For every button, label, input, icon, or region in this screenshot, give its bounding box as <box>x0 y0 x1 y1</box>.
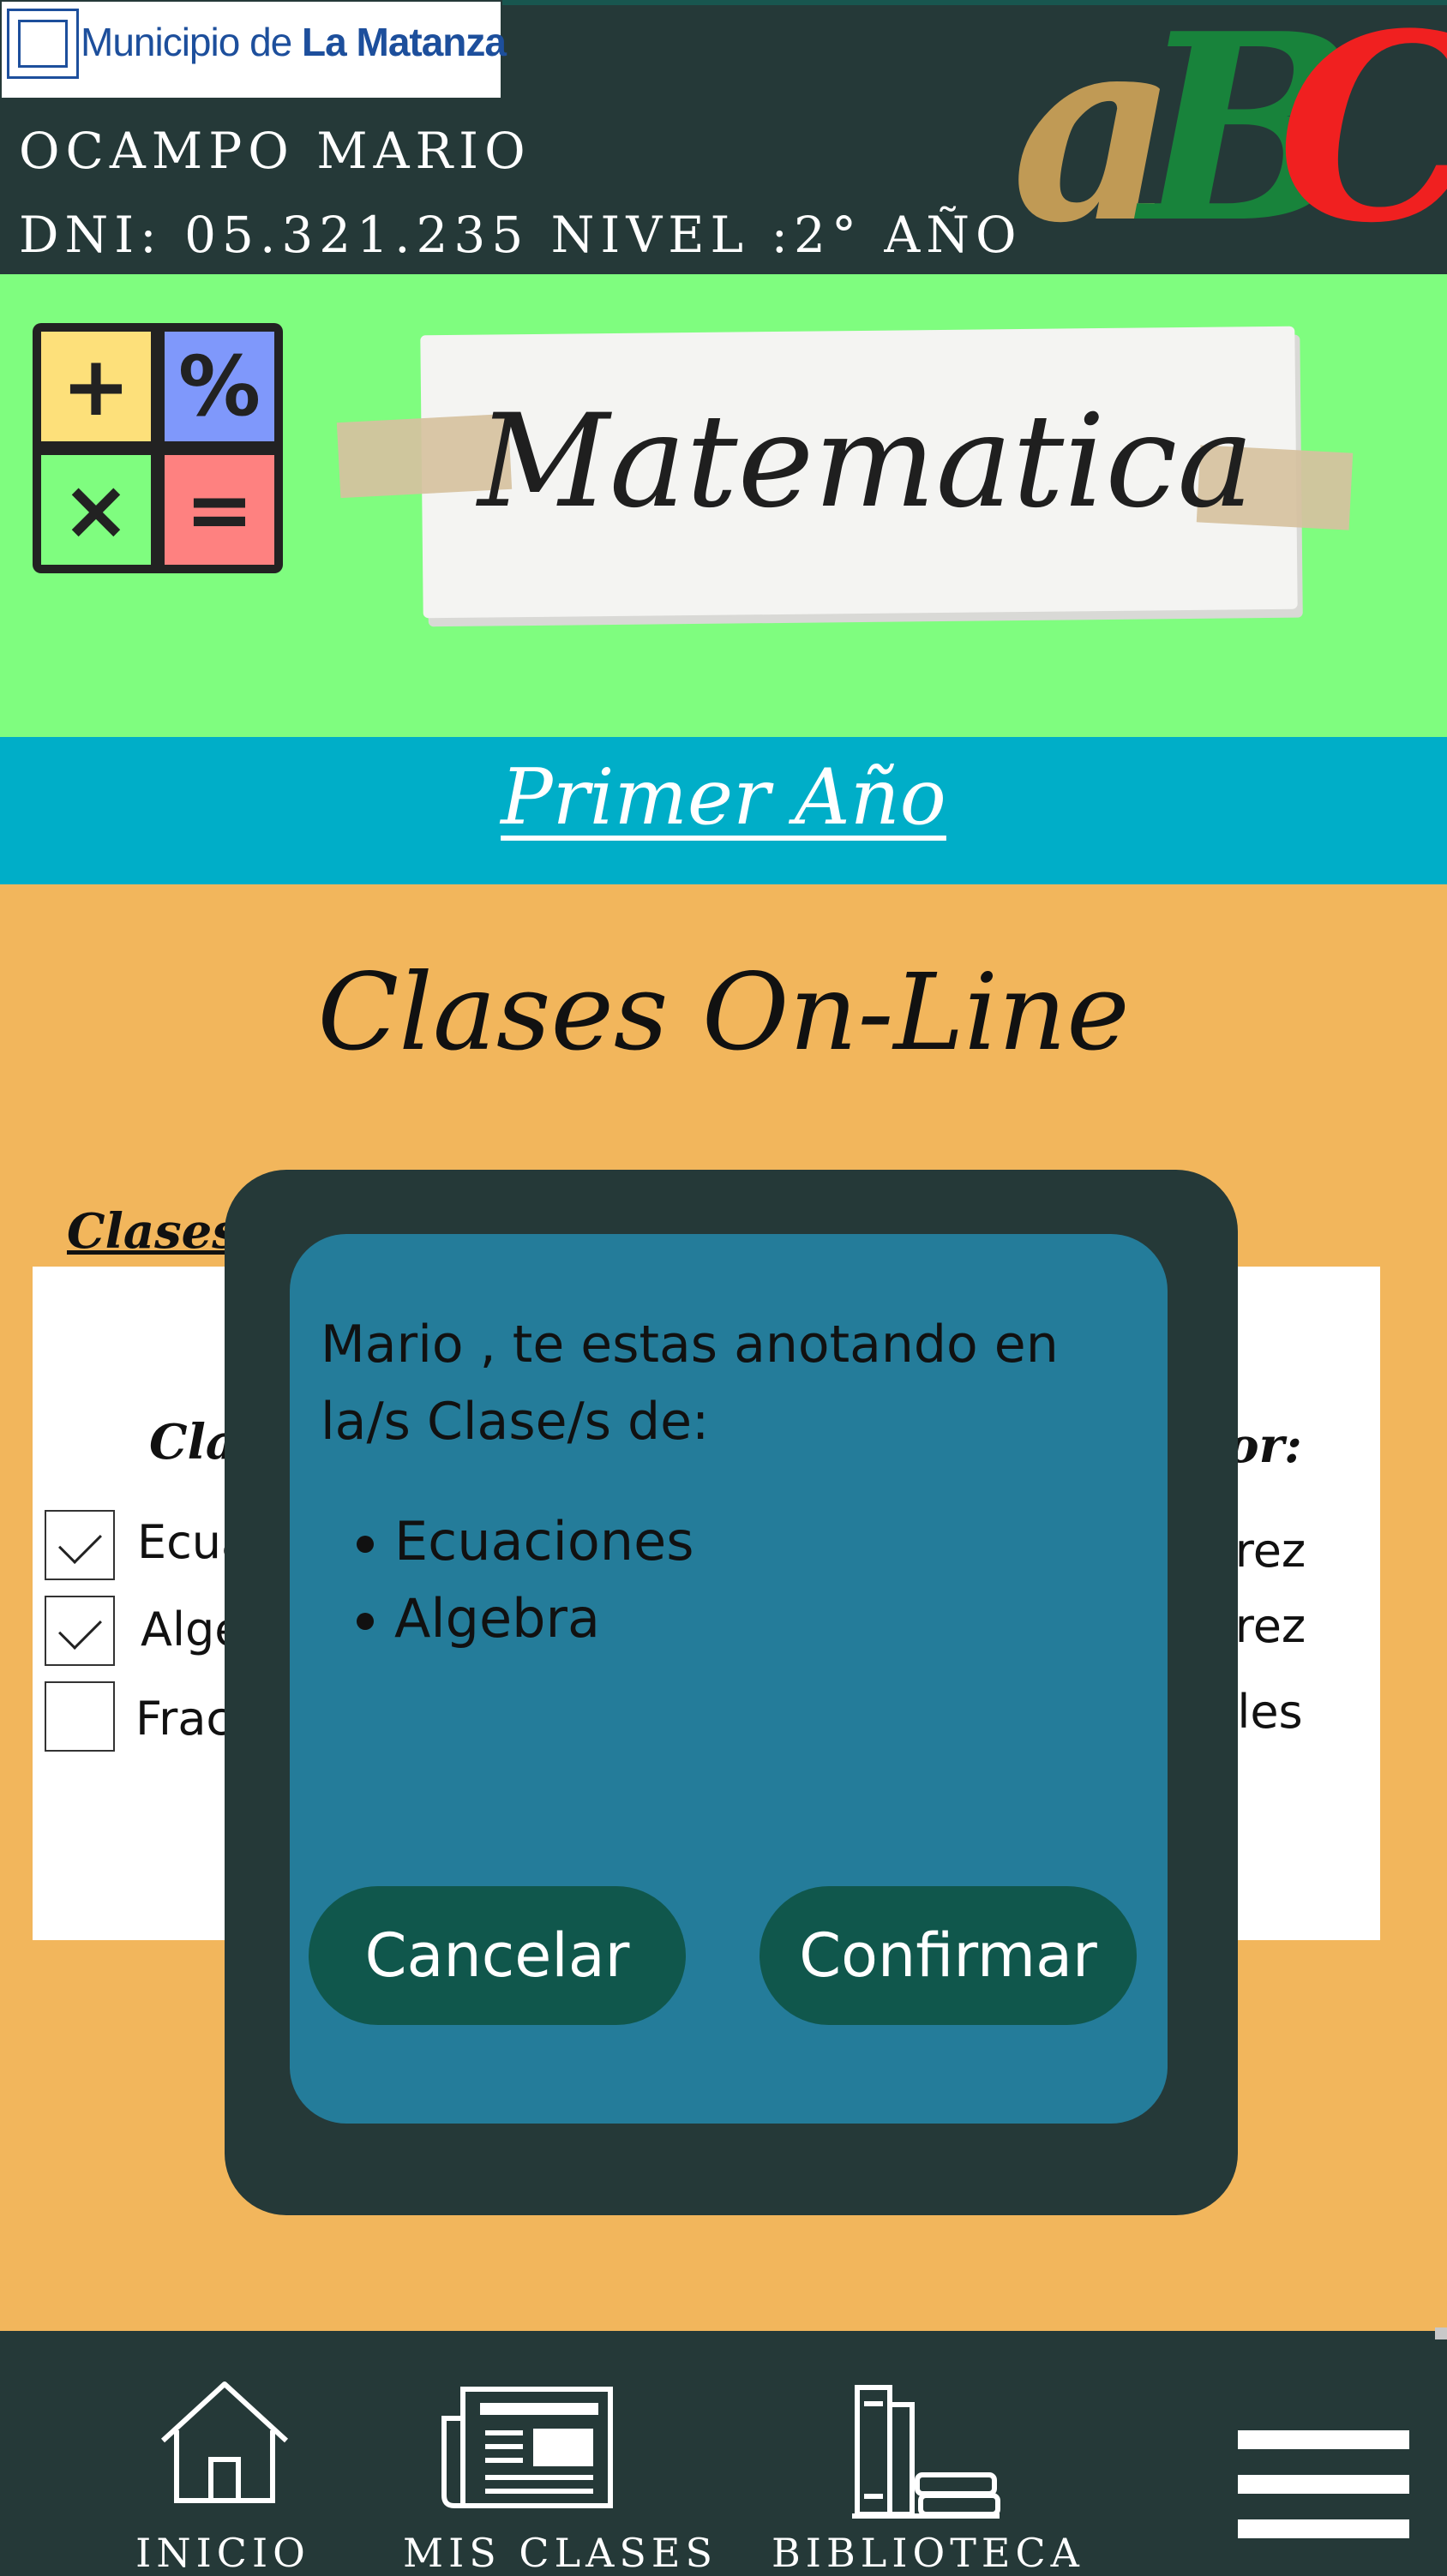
user-name: OCAMPO MARIO <box>19 122 531 180</box>
confirm-button[interactable]: Confirmar <box>760 1886 1137 2025</box>
books-icon <box>852 2385 1000 2519</box>
scrollbar-thumb[interactable] <box>1435 2327 1447 2339</box>
brand-letter-c: C <box>1277 0 1447 257</box>
user-info: DNI: 05.321.235 NIVEL :2° AÑO <box>19 206 1023 264</box>
class-checkbox-algebra[interactable] <box>45 1596 115 1666</box>
cancel-button[interactable]: Cancelar <box>309 1886 686 2025</box>
times-symbol: × <box>41 455 151 565</box>
dialog-list-item: Algebra <box>357 1587 600 1650</box>
checkmark-icon <box>58 1520 102 1564</box>
equals-symbol: = <box>165 455 274 565</box>
nav-label-inicio: INICIO <box>135 2530 310 2576</box>
class-checkbox-ecuaciones[interactable] <box>45 1510 115 1580</box>
municipio-shield-icon <box>7 9 79 79</box>
class-checkbox-fracciones[interactable] <box>45 1681 115 1752</box>
municipio-logo-text: Municipio de La Matanza <box>81 20 507 64</box>
nav-label-biblioteca: BIBLIOTECA <box>772 2530 1084 2576</box>
hamburger-menu-icon <box>1238 2430 1409 2538</box>
dialog-message: Mario , te estas anotando en la/s Clase/… <box>321 1315 1059 1452</box>
subject-title: Matematica <box>477 387 1254 536</box>
bullet-icon <box>357 1536 374 1553</box>
content-title: Clases On-Line <box>317 951 1130 1075</box>
nav-item-biblioteca[interactable]: BIBLIOTECA <box>772 2365 1079 2576</box>
nav-item-mis-clases[interactable]: MIS CLASES <box>403 2365 712 2576</box>
newspaper-icon <box>441 2387 613 2508</box>
bullet-icon <box>357 1613 374 1630</box>
municipio-logo[interactable]: Municipio de La Matanza <box>0 0 507 99</box>
menu-button[interactable] <box>1234 2417 1414 2545</box>
year-link[interactable]: Primer Año <box>0 752 1447 842</box>
nav-label-mis-clases: MIS CLASES <box>403 2530 717 2576</box>
home-icon <box>160 2381 289 2503</box>
plus-symbol: + <box>41 332 151 441</box>
nav-item-inicio[interactable]: INICIO <box>135 2365 309 2576</box>
calculator-icon: + % × = <box>33 323 283 573</box>
dialog-list-item: Ecuaciones <box>357 1510 694 1573</box>
percent-symbol: % <box>165 332 274 441</box>
abc-brand-logo: a B C <box>1012 0 1447 266</box>
checkmark-icon <box>58 1606 102 1650</box>
